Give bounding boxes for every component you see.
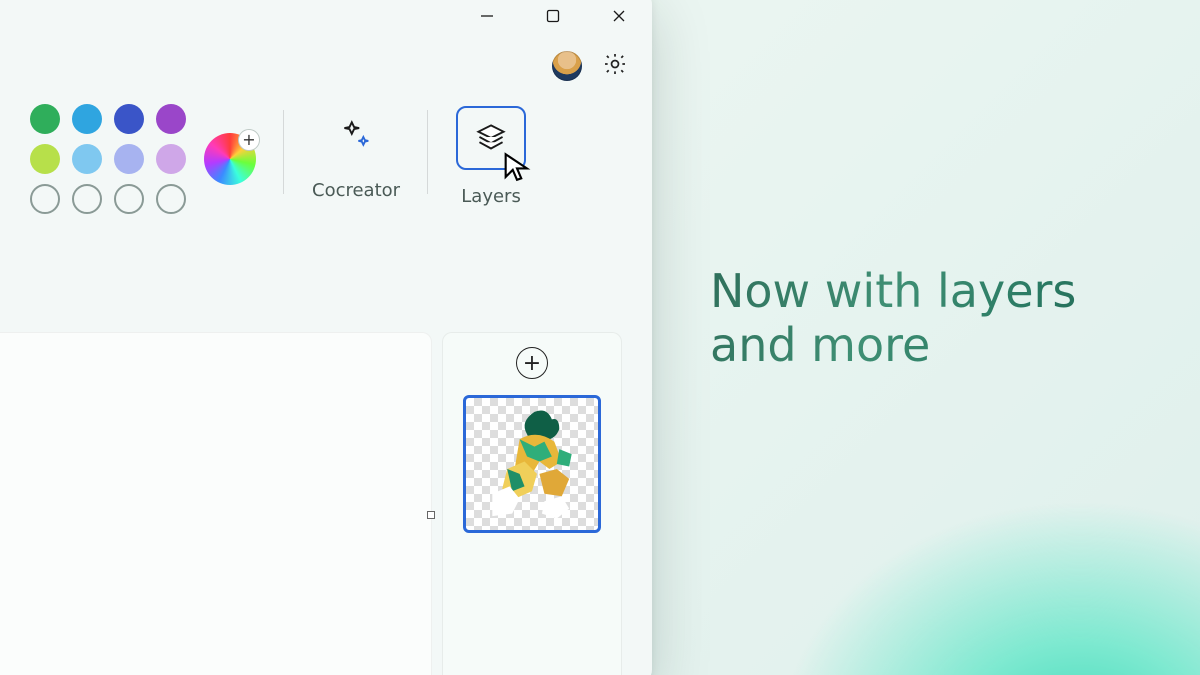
color-swatch-lime[interactable] — [30, 144, 60, 174]
layer-artwork — [470, 402, 594, 526]
titlebar — [0, 0, 652, 40]
layers-group: Layers — [428, 104, 554, 214]
settings-button[interactable] — [602, 51, 628, 81]
layers-button[interactable] — [456, 106, 526, 170]
ribbon: + Cocreator — [2, 92, 642, 238]
app-window: + Cocreator — [0, 0, 652, 675]
minimize-button[interactable] — [454, 0, 520, 40]
color-swatch-ltblue[interactable] — [72, 144, 102, 174]
layers-panel: + — [442, 332, 622, 675]
color-swatch-skyblue[interactable] — [72, 104, 102, 134]
color-swatch-empty[interactable] — [72, 184, 102, 214]
user-avatar[interactable] — [552, 51, 582, 81]
plus-icon: + — [523, 351, 541, 376]
colors-group: + — [2, 104, 284, 214]
headline-line1: Now with layers — [710, 264, 1076, 318]
cocreator-group: Cocreator — [284, 104, 428, 214]
edit-colors-button[interactable]: + — [204, 133, 256, 185]
maximize-button[interactable] — [520, 0, 586, 40]
layers-label: Layers — [461, 186, 521, 207]
resize-handle[interactable] — [427, 511, 435, 519]
marketing-headline: Now with layers and more — [710, 264, 1140, 373]
canvas[interactable] — [0, 332, 432, 675]
plus-icon: + — [238, 129, 260, 151]
subbar — [0, 40, 652, 92]
headline-line2: and more — [710, 318, 930, 372]
color-swatch-indigo[interactable] — [114, 104, 144, 134]
cocreator-button[interactable] — [329, 110, 383, 164]
color-swatch-empty[interactable] — [114, 184, 144, 214]
color-swatch-lilac[interactable] — [156, 144, 186, 174]
color-swatch-purple[interactable] — [156, 104, 186, 134]
color-swatch-empty[interactable] — [156, 184, 186, 214]
close-button[interactable] — [586, 0, 652, 40]
color-swatch-periwinkle[interactable] — [114, 144, 144, 174]
cocreator-label: Cocreator — [312, 180, 400, 201]
color-swatch-green[interactable] — [30, 104, 60, 134]
color-swatch-grid — [30, 104, 186, 214]
cursor-icon — [500, 150, 534, 184]
add-layer-button[interactable]: + — [516, 347, 548, 379]
layer-thumbnail[interactable] — [463, 395, 601, 533]
color-swatch-empty[interactable] — [30, 184, 60, 214]
